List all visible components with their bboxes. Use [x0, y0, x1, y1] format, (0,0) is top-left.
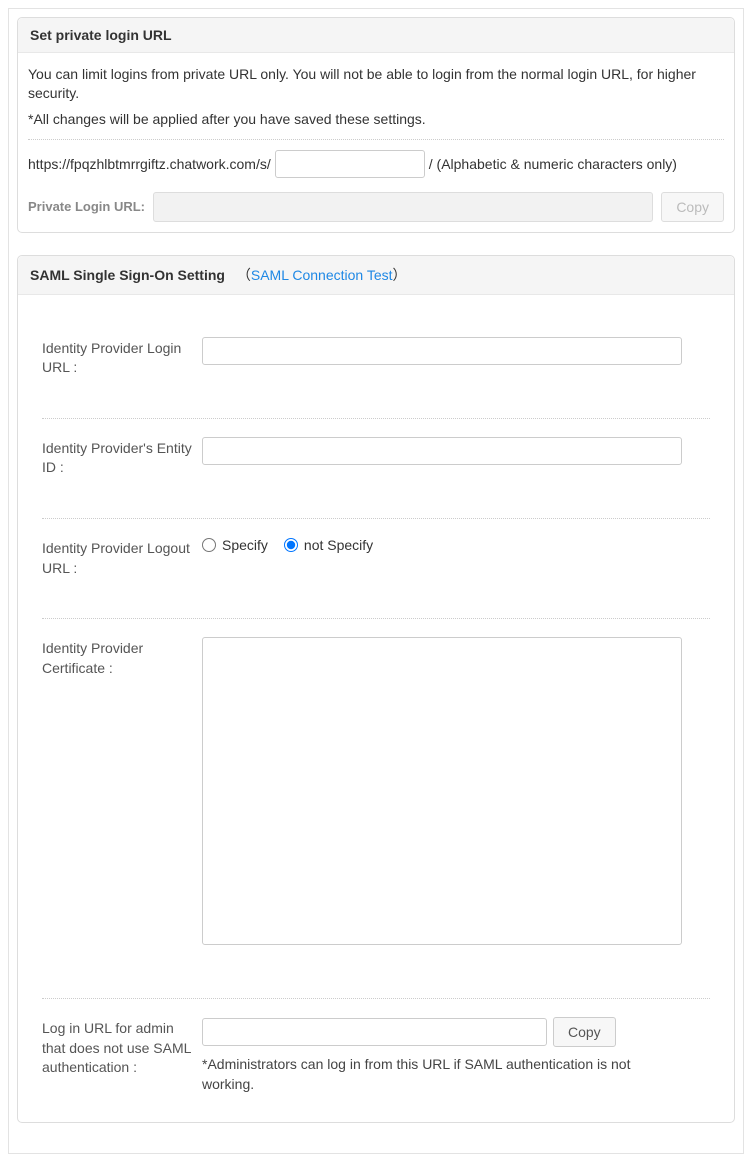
saml-cert-label: Identity Provider Certificate :	[42, 639, 202, 678]
private-login-desc1: You can limit logins from private URL on…	[28, 65, 724, 103]
saml-login-url-row: Identity Provider Login URL :	[42, 319, 710, 419]
private-login-panel: Set private login URL You can limit logi…	[17, 17, 735, 233]
private-login-heading: Set private login URL	[18, 18, 734, 53]
saml-admin-copy-button[interactable]: Copy	[553, 1017, 616, 1047]
saml-test-paren: （SAML Connection Test）	[237, 267, 407, 283]
saml-heading-row: SAML Single Sign-On Setting （SAML Connec…	[18, 256, 734, 295]
saml-entity-id-label: Identity Provider's Entity ID :	[42, 439, 202, 478]
private-url-prefix: https://fpqzhlbtmrrgiftz.chatwork.com/s/	[28, 156, 271, 172]
saml-cert-row: Identity Provider Certificate :	[42, 619, 710, 999]
saml-logout-url-row: Identity Provider Logout URL : Specify n…	[42, 519, 710, 619]
saml-entity-id-input[interactable]	[202, 437, 682, 465]
saml-cert-textarea[interactable]	[202, 637, 682, 945]
private-login-url-readonly[interactable]	[153, 192, 653, 222]
saml-admin-url-input[interactable]	[202, 1018, 547, 1046]
divider	[28, 139, 724, 140]
saml-logout-notspecify-option[interactable]: not Specify	[284, 537, 373, 553]
saml-heading: SAML Single Sign-On Setting	[30, 267, 225, 283]
saml-login-url-label: Identity Provider Login URL :	[42, 339, 202, 378]
saml-admin-url-label: Log in URL for admin that does not use S…	[42, 1019, 202, 1078]
saml-entity-id-row: Identity Provider's Entity ID :	[42, 419, 710, 519]
saml-logout-notspecify-label: not Specify	[304, 537, 373, 553]
private-url-segment-input[interactable]	[275, 150, 425, 178]
saml-logout-specify-radio[interactable]	[202, 538, 216, 552]
saml-logout-url-label: Identity Provider Logout URL :	[42, 539, 202, 578]
saml-logout-notspecify-radio[interactable]	[284, 538, 298, 552]
saml-admin-note: *Administrators can log in from this URL…	[202, 1055, 682, 1094]
saml-logout-radio-group: Specify not Specify	[202, 537, 710, 553]
private-url-suffix: / (Alphabetic & numeric characters only)	[429, 156, 677, 172]
private-login-desc2: *All changes will be applied after you h…	[28, 110, 724, 129]
private-copy-button[interactable]: Copy	[661, 192, 724, 222]
saml-connection-test-link[interactable]: SAML Connection Test	[251, 267, 393, 283]
private-copy-label: Private Login URL:	[28, 199, 145, 214]
private-copy-row: Private Login URL: Copy	[28, 192, 724, 222]
saml-sso-panel: SAML Single Sign-On Setting （SAML Connec…	[17, 255, 735, 1124]
private-url-row: https://fpqzhlbtmrrgiftz.chatwork.com/s/…	[28, 150, 724, 178]
saml-logout-specify-option[interactable]: Specify	[202, 537, 268, 553]
saml-logout-specify-label: Specify	[222, 537, 268, 553]
saml-login-url-input[interactable]	[202, 337, 682, 365]
saml-admin-url-row: Log in URL for admin that does not use S…	[42, 999, 710, 1104]
